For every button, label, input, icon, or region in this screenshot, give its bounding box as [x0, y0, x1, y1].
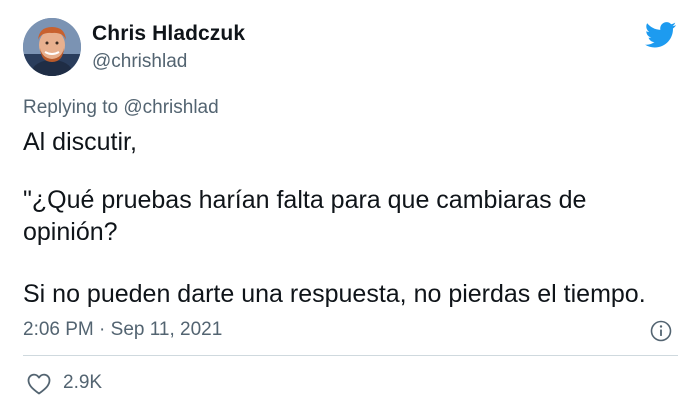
heart-icon[interactable]	[27, 373, 51, 395]
reply-mention-link[interactable]: @chrishlad	[123, 97, 218, 118]
twitter-bird-icon[interactable]	[645, 22, 677, 48]
like-count[interactable]: 2.9K	[63, 372, 102, 394]
tweet-paragraph: "¿Qué pruebas harían falta para que camb…	[23, 186, 587, 246]
tweet-text: Al discutir, "¿Qué pruebas harían falta …	[23, 126, 678, 310]
author-handle[interactable]: @chrishlad	[92, 51, 187, 73]
replying-to-label: Replying to	[23, 97, 119, 118]
tweet-paragraph: Si no pueden darte una respuesta, no pie…	[23, 280, 646, 308]
avatar[interactable]	[23, 18, 81, 76]
replying-to-line: Replying to @chrishlad	[23, 97, 219, 119]
divider	[23, 355, 678, 356]
tweet-paragraph: Al discutir,	[23, 128, 137, 156]
tweet-timestamp[interactable]: 2:06 PM · Sep 11, 2021	[23, 319, 222, 341]
info-icon[interactable]	[650, 320, 672, 342]
tweet-card: Chris Hladczuk @chrishlad Replying to @c…	[0, 0, 700, 410]
author-display-name[interactable]: Chris Hladczuk	[92, 22, 245, 46]
profile-photo	[23, 18, 81, 76]
